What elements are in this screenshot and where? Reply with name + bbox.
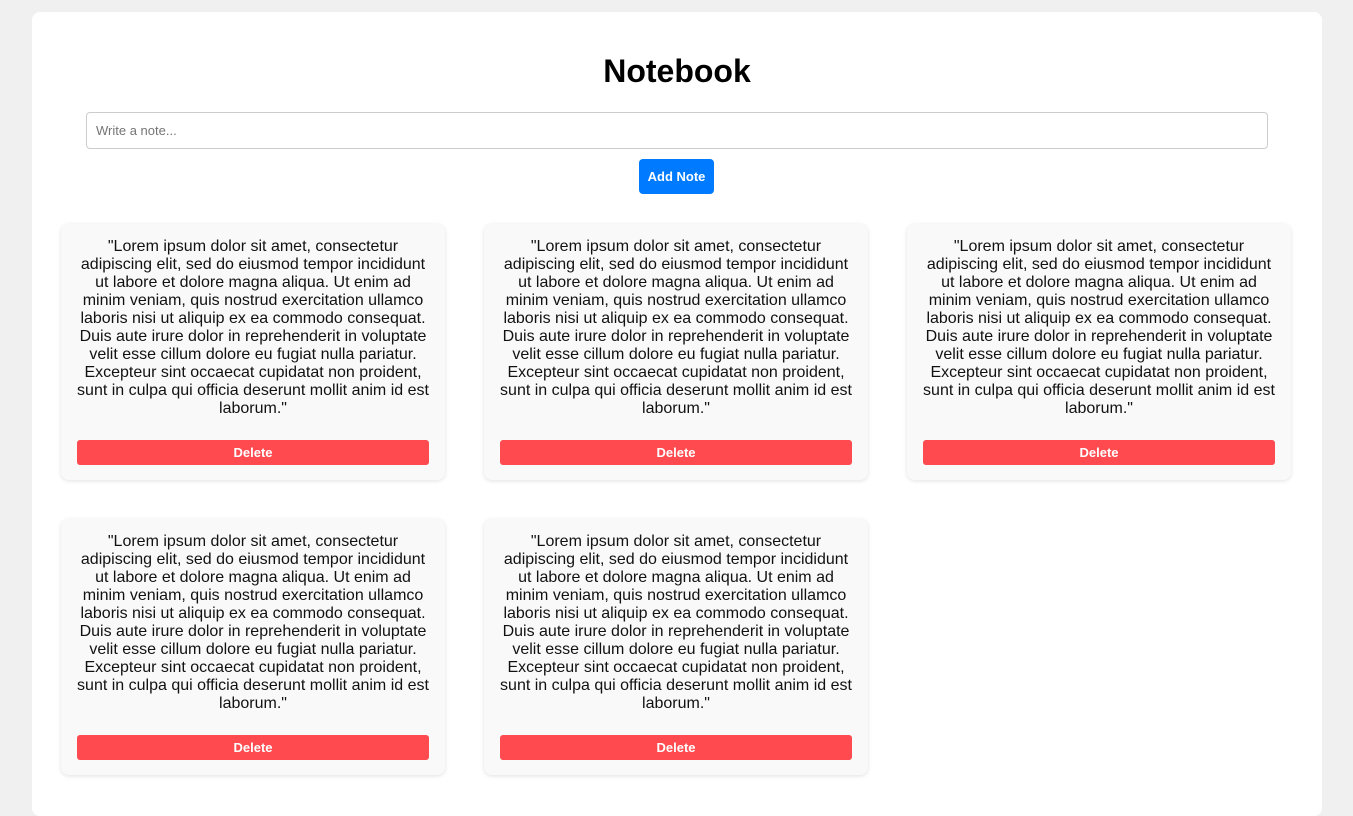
note-card: "Lorem ipsum dolor sit amet, consectetur… (61, 519, 445, 775)
note-text: "Lorem ipsum dolor sit amet, consectetur… (923, 238, 1275, 417)
note-text: "Lorem ipsum dolor sit amet, consectetur… (500, 238, 852, 417)
notebook-container: Notebook Add Note "Lorem ipsum dolor sit… (32, 12, 1322, 816)
page-title: Notebook (603, 53, 751, 89)
notes-grid: "Lorem ipsum dolor sit amet, consectetur… (61, 224, 1293, 775)
note-card: "Lorem ipsum dolor sit amet, consectetur… (484, 519, 868, 775)
note-card: "Lorem ipsum dolor sit amet, consectetur… (907, 224, 1291, 480)
note-input[interactable] (86, 112, 1268, 149)
add-note-button[interactable]: Add Note (639, 159, 714, 194)
delete-button[interactable]: Delete (500, 440, 852, 465)
note-text: "Lorem ipsum dolor sit amet, consectetur… (77, 533, 429, 712)
delete-button[interactable]: Delete (77, 735, 429, 760)
note-card: "Lorem ipsum dolor sit amet, consectetur… (484, 224, 868, 480)
delete-button[interactable]: Delete (500, 735, 852, 760)
note-card: "Lorem ipsum dolor sit amet, consectetur… (61, 224, 445, 480)
delete-button[interactable]: Delete (923, 440, 1275, 465)
note-text: "Lorem ipsum dolor sit amet, consectetur… (77, 238, 429, 417)
delete-button[interactable]: Delete (77, 440, 429, 465)
note-text: "Lorem ipsum dolor sit amet, consectetur… (500, 533, 852, 712)
